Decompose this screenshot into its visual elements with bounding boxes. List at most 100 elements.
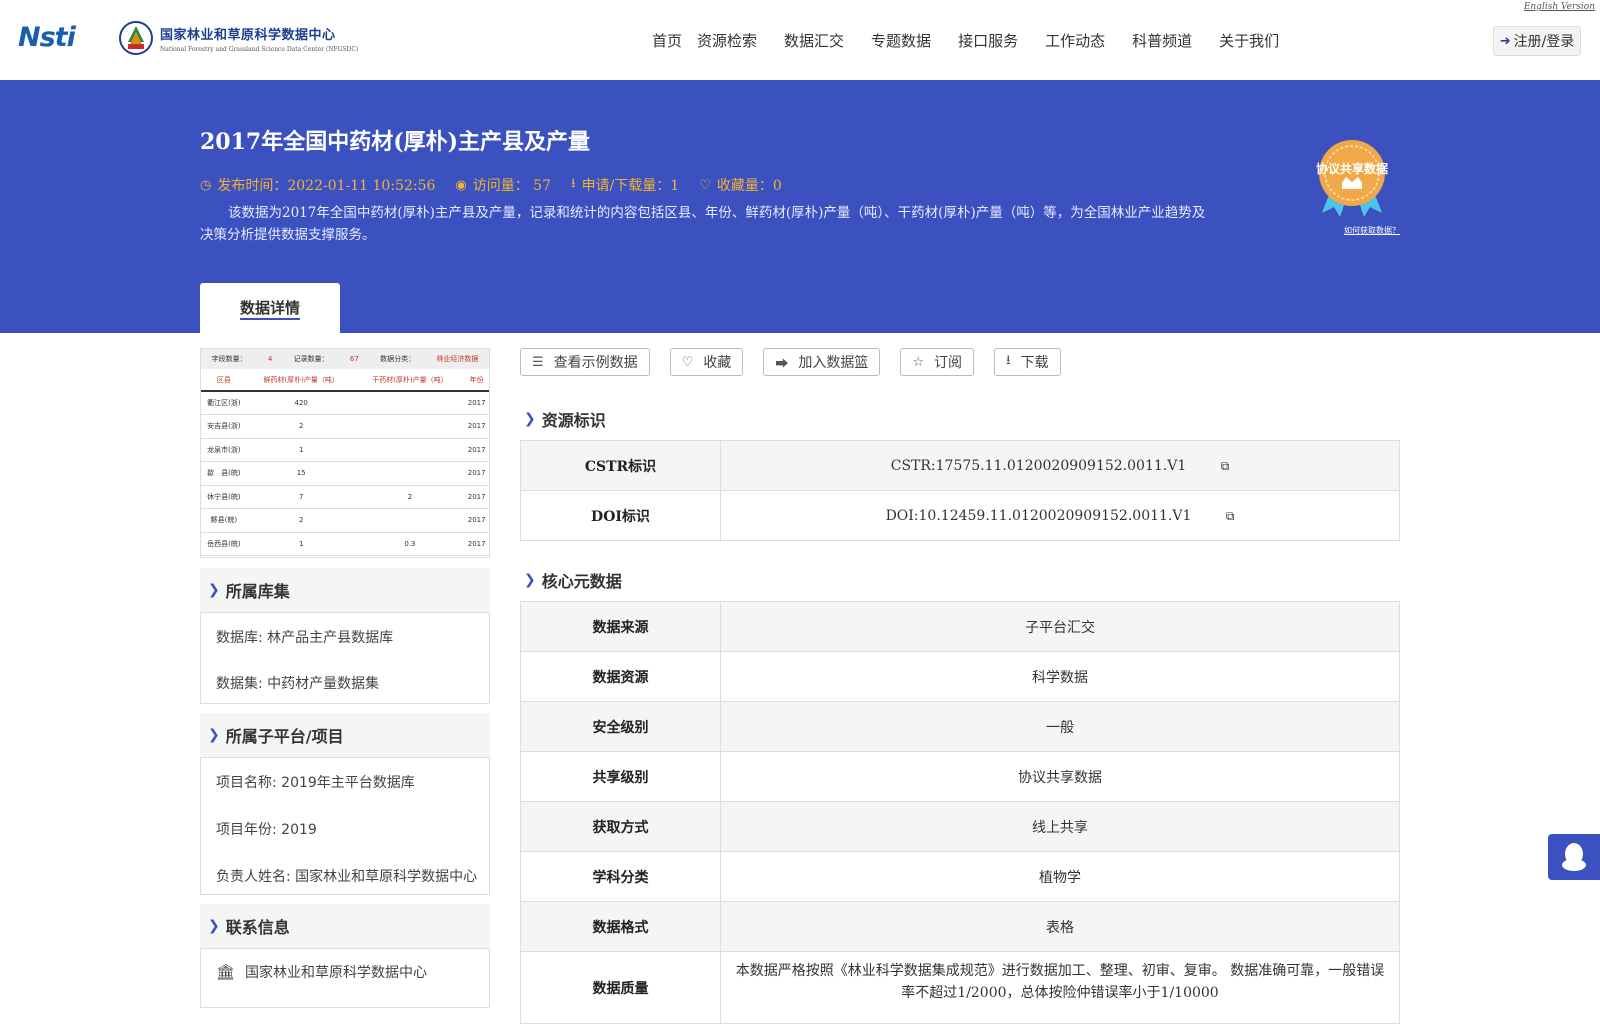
thumbnail-cell: 1 <box>246 438 356 462</box>
meta-value: 科学数据 <box>720 651 1400 702</box>
resource-id-title: 资源标识 <box>541 411 606 430</box>
qq-penguin-icon <box>1562 843 1586 871</box>
library-section-title: 所属库集 <box>225 582 290 601</box>
protocol-share-badge: 协议共享数据 <box>1310 135 1394 219</box>
view-sample-data-label: 查看示例数据 <box>553 355 638 371</box>
meta-key: 数据资源 <box>520 651 721 702</box>
thumbnail-cell: 2017 <box>464 414 489 439</box>
download-label: 下载 <box>1020 355 1049 371</box>
thumbnail-header-cell: 干药材(厚朴)产量（吨） <box>355 369 465 392</box>
tab-data-details[interactable]: 数据详情 <box>200 283 340 333</box>
qq-chat-button[interactable] <box>1548 834 1600 880</box>
project-box: 项目名称: 2019年主平台数据库 项目年份: 2019 负责人姓名: 国家林业… <box>200 757 490 895</box>
thumbnail-cell <box>355 461 465 486</box>
cstr-key: CSTR标识 <box>520 440 721 491</box>
table-row: 数据资源 科学数据 <box>520 651 1400 702</box>
thumbnail-row: 黟县(皖) 2 2017 <box>201 508 489 533</box>
thumbnail-row: 安吉县(浙) 2 2017 <box>201 414 489 439</box>
english-version-link[interactable]: English Version <box>1524 2 1595 12</box>
contact-section-header: ❯ 联系信息 <box>200 904 490 948</box>
nav-work-news[interactable]: 工作动态 <box>1045 30 1105 51</box>
thumbnail-cell: 2017 <box>464 508 489 533</box>
thumbnail-row: 岳西县(皖) 1 0.3 2017 <box>201 532 489 556</box>
nsti-logo[interactable]: Nsti <box>18 22 98 56</box>
thumbnail-table: 字段数量： 4 记录数量： 67 数据分类： 林业经济数据 区县 鲜药材(厚朴)产量（吨） 干药… <box>201 349 489 556</box>
chevron-right-icon: ❯ <box>524 411 536 427</box>
core-meta-table: 数据来源 子平台汇交 数据资源 科学数据 安全级别 一般 共享级别 协议共享数据 获取方… <box>520 601 1400 1024</box>
institution-icon: 🏛 <box>216 963 236 981</box>
nfgsdc-subtitle: National Forestry and Grassland Science … <box>160 45 359 53</box>
top-header: English Version Nsti 国家林业和草原科学数据中心 Natio… <box>0 0 1600 80</box>
thumbnail-header-cell: 年份 <box>464 369 489 392</box>
meta-value: 本数据严格按照《林业科学数据集成规范》进行数据加工、整理、初审、复审。 数据准确… <box>720 951 1400 1024</box>
thumbnail-cell: 黟县(皖) <box>201 508 247 533</box>
copy-icon[interactable]: ⧉ <box>1226 509 1235 524</box>
meta-value: 一般 <box>720 701 1400 752</box>
thumbnail-meta-bar: 字段数量： 4 记录数量： 67 数据分类： 林业经济数据 <box>201 349 489 369</box>
meta-key: 数据质量 <box>520 951 721 1024</box>
login-label: 注册/登录 <box>1513 34 1575 50</box>
nav-home[interactable]: 首页 <box>652 30 682 51</box>
meta-key: 共享级别 <box>520 751 721 802</box>
nav-topic-data[interactable]: 专题数据 <box>871 30 931 51</box>
star-icon: ☆ <box>912 354 924 370</box>
favorite-count: 收藏量：0 <box>716 178 782 194</box>
thumbnail-row: 龙泉市(浙) 1 2017 <box>201 438 489 462</box>
thumbnail-header-cell: 区县 <box>201 369 247 392</box>
nav-science-channel[interactable]: 科普频道 <box>1132 30 1192 51</box>
thumbnail-cell: 衢江区(浙) <box>201 391 247 415</box>
eye-icon: ◉ <box>455 177 467 193</box>
library-database[interactable]: 数据库: 林产品主产县数据库 <box>201 627 489 647</box>
meta-key: 安全级别 <box>520 701 721 752</box>
favorite-button[interactable]: ♡ 收藏 <box>669 348 744 376</box>
doi-key: DOI标识 <box>520 490 721 541</box>
meta-value: 协议共享数据 <box>720 751 1400 802</box>
table-row: 数据格式 表格 <box>520 901 1400 952</box>
nav-about-us[interactable]: 关于我们 <box>1219 30 1279 51</box>
add-to-basket-button[interactable]: ⮕ 加入数据篮 <box>763 348 881 376</box>
resource-id-header: ❯ 资源标识 <box>524 407 606 431</box>
nfgsdc-logo[interactable]: 国家林业和草原科学数据中心 National Forestry and Gras… <box>118 20 358 56</box>
table-row: 安全级别 一般 <box>520 701 1400 752</box>
thumbnail-meta-item: 字段数量： <box>211 355 247 363</box>
chevron-right-icon: ❯ <box>208 918 220 934</box>
favorite-label: 收藏 <box>703 355 732 371</box>
doi-value: DOI:10.12459.11.0120020909152.0011.V1 <box>885 507 1192 524</box>
dataset-description: 该数据为2017年全国中药材(厚朴)主产县及产量，记录和统计的内容包括区县、年份… <box>200 205 1206 243</box>
view-sample-data-button[interactable]: ☰ 查看示例数据 <box>520 348 650 376</box>
thumbnail-meta-item: 4 <box>267 355 273 363</box>
table-row: 共享级别 协议共享数据 <box>520 751 1400 802</box>
table-row: 学科分类 植物学 <box>520 851 1400 902</box>
copy-icon[interactable]: ⧉ <box>1221 459 1230 474</box>
library-dataset[interactable]: 数据集: 中药材产量数据集 <box>201 673 489 693</box>
library-box: 数据库: 林产品主产县数据库 数据集: 中药材产量数据集 <box>200 612 490 704</box>
meta-value: 线上共享 <box>720 801 1400 852</box>
sample-data-thumbnail[interactable]: 字段数量： 4 记录数量： 67 数据分类： 林业经济数据 区县 鲜药材(厚朴)产量（吨） 干药… <box>200 348 490 558</box>
dataset-title: 2017年全国中药材(厚朴)主产县及产量 <box>200 129 591 155</box>
download-button[interactable]: ⭳ 下载 <box>993 348 1061 376</box>
heart-icon: ♡ <box>699 177 711 193</box>
nav-data-submission[interactable]: 数据汇交 <box>784 30 844 51</box>
action-buttons: ☰ 查看示例数据 ♡ 收藏 ⮕ 加入数据篮 ☆ 订阅 ⭳ 下载 <box>520 348 1081 376</box>
thumbnail-cell: 岳西县(皖) <box>201 532 247 556</box>
nav-resource-search[interactable]: 资源检索 <box>697 30 757 51</box>
login-register-button[interactable]: ➜ 注册/登录 <box>1493 26 1581 56</box>
thumbnail-cell: 0.3 <box>355 532 465 556</box>
nfgsdc-emblem-icon <box>118 20 154 56</box>
thumbnail-cell: 歙 县(皖) <box>201 461 247 486</box>
contact-org-row: 🏛 国家林业和草原科学数据中心 <box>201 962 489 982</box>
nav-api-service[interactable]: 接口服务 <box>958 30 1018 51</box>
table-row: DOI标识 DOI:10.12459.11.0120020909152.0011… <box>520 490 1400 541</box>
thumbnail-header-row: 区县 鲜药材(厚朴)产量（吨） 干药材(厚朴)产量（吨） 年份 <box>201 369 489 392</box>
thumbnail-cell: 1 <box>246 532 356 556</box>
meta-value: 表格 <box>720 901 1400 952</box>
contact-section-title: 联系信息 <box>225 918 290 937</box>
project-section-title: 所属子平台/项目 <box>225 727 344 746</box>
heart-icon: ♡ <box>681 354 694 370</box>
subscribe-button[interactable]: ☆ 订阅 <box>900 348 974 376</box>
project-section-header: ❯ 所属子平台/项目 <box>200 713 490 757</box>
cstr-value-cell: CSTR:17575.11.0120020909152.0011.V1 ⧉ <box>720 440 1400 491</box>
thumbnail-cell: 7 <box>246 485 356 509</box>
how-to-get-data-link[interactable]: 如何获取数据？ <box>1344 225 1400 236</box>
thumbnail-cell: 2017 <box>464 461 489 486</box>
